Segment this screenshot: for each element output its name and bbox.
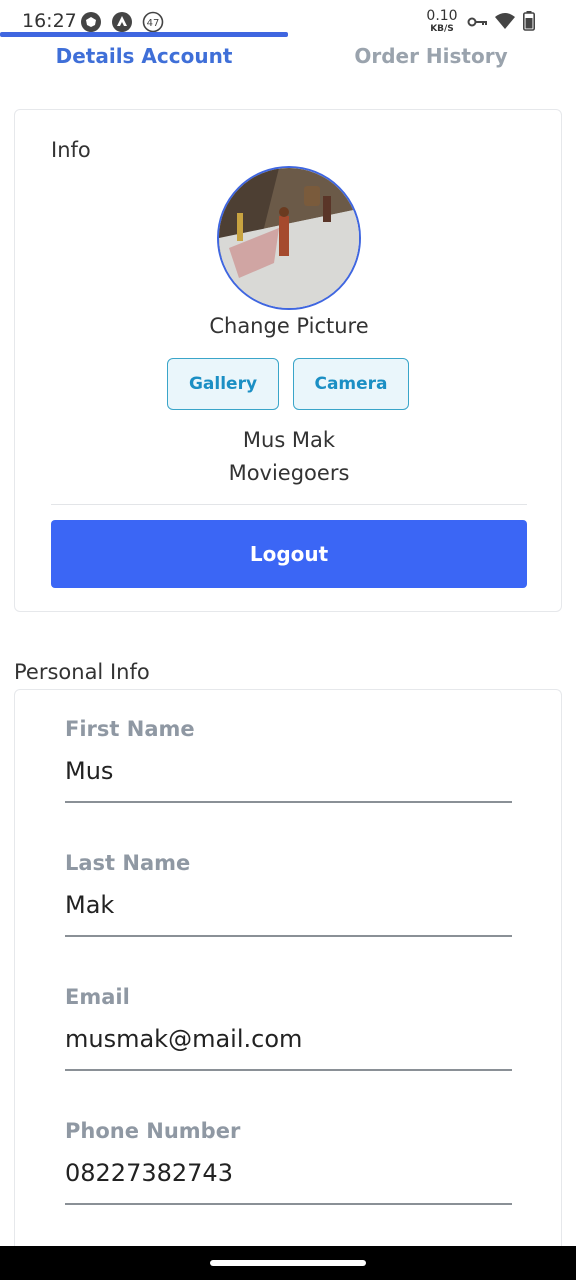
network-speed: 0.10 KB/S [424,9,460,34]
gallery-button[interactable]: Gallery [167,358,279,410]
first-name-input[interactable]: Mus [65,757,113,785]
personal-info-card: First Name Mus Last Name Mak Email musma… [14,689,562,1269]
last-name-label: Last Name [65,851,191,875]
avatar[interactable] [217,166,361,310]
logout-button[interactable]: Logout [51,520,527,588]
divider [51,504,527,505]
info-card: Info Change Picture Gallery Camera Mus M… [14,109,562,612]
field-underline [65,801,512,803]
tab-active-indicator [0,32,288,37]
drive-app-icon [111,11,133,33]
status-time: 16:27 [22,10,77,32]
email-input[interactable]: musmak@mail.com [65,1025,302,1053]
tab-order-history[interactable]: Order History [330,44,532,72]
status-bar: 16:27 47 0.10 KB/S [0,0,576,44]
user-role: Moviegoers [228,461,350,485]
info-title: Info [51,138,91,162]
email-field[interactable]: Email musmak@mail.com [65,985,512,1103]
wifi-icon [494,11,516,33]
account-screen: 16:27 47 0.10 KB/S Details Account Order… [0,0,576,1280]
svg-text:47: 47 [147,18,160,29]
email-label: Email [65,985,130,1009]
field-underline [65,1069,512,1071]
notification-count-icon: 47 [142,11,164,33]
first-name-label: First Name [65,717,195,741]
battery-icon [523,11,545,33]
field-underline [65,1203,512,1205]
last-name-input[interactable]: Mak [65,891,114,919]
change-picture-label: Change Picture [209,314,369,338]
network-speed-unit: KB/S [430,24,454,34]
system-nav-bar [0,1246,576,1280]
phone-number-label: Phone Number [65,1119,241,1143]
phone-number-field[interactable]: Phone Number 08227382743 [65,1119,512,1237]
field-underline [65,935,512,937]
network-speed-value: 0.10 [426,8,458,24]
tab-details-account[interactable]: Details Account [38,44,250,72]
shield-app-icon [80,11,102,33]
last-name-field[interactable]: Last Name Mak [65,851,512,969]
camera-button[interactable]: Camera [293,358,409,410]
user-name: Mus Mak [242,428,336,452]
first-name-field[interactable]: First Name Mus [65,717,512,835]
phone-number-input[interactable]: 08227382743 [65,1159,233,1187]
vpn-key-icon [467,14,489,36]
personal-info-title: Personal Info [14,660,150,684]
home-gesture-handle[interactable] [210,1260,366,1266]
